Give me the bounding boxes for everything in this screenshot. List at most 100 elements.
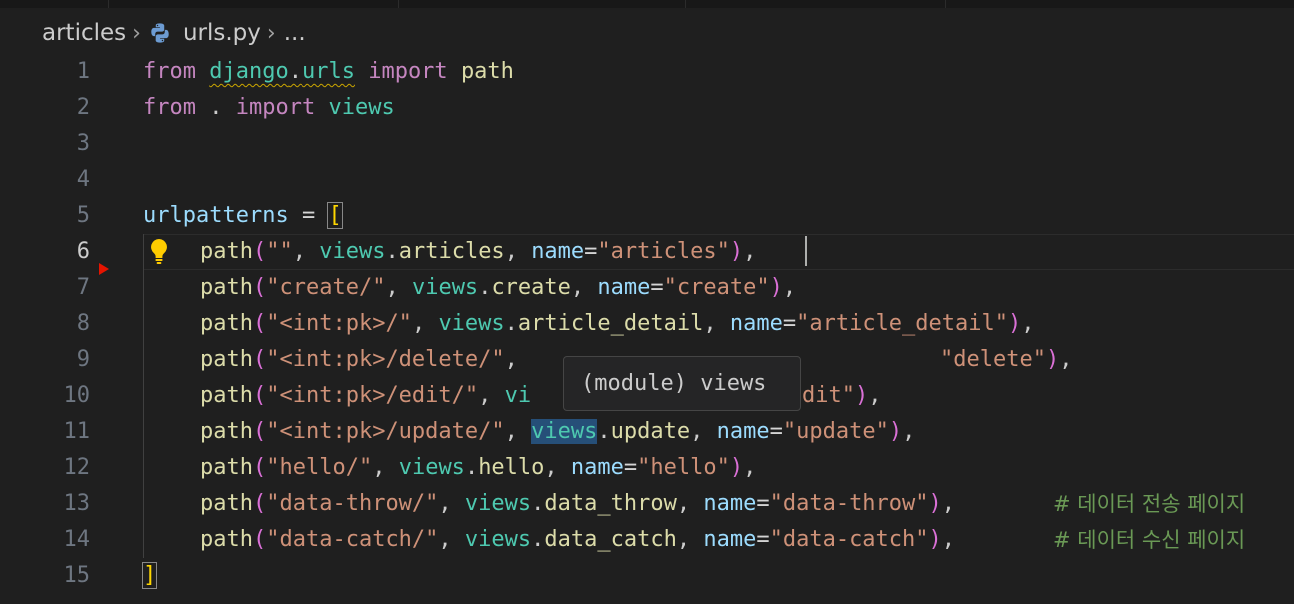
code-line-9-tail: "delete"), bbox=[940, 342, 1072, 378]
token: "" bbox=[266, 239, 293, 264]
code-line-12: path("hello/", views.hello, name="hello"… bbox=[200, 450, 756, 486]
token: views bbox=[464, 491, 532, 516]
token: from bbox=[143, 59, 196, 84]
token: "articles" bbox=[597, 239, 730, 264]
token: "data-throw/" bbox=[266, 491, 439, 516]
token: path bbox=[200, 275, 253, 300]
token: , bbox=[902, 419, 916, 444]
token: views bbox=[464, 527, 532, 552]
tab-divider bbox=[685, 0, 686, 8]
line-number: 9 bbox=[76, 347, 90, 372]
token: , bbox=[372, 455, 399, 480]
token: , bbox=[743, 455, 757, 480]
token: ) bbox=[769, 275, 783, 300]
token: = bbox=[623, 455, 638, 480]
token: "data-catch" bbox=[769, 527, 929, 552]
lightbulb-icon[interactable] bbox=[147, 237, 171, 265]
token: , bbox=[1059, 347, 1073, 372]
token: name bbox=[729, 311, 783, 336]
token: ) bbox=[854, 383, 869, 408]
code-line-9: path("<int:pk>/delete/", bbox=[200, 342, 531, 378]
token: = bbox=[756, 527, 770, 552]
token: = bbox=[782, 311, 797, 336]
token: ) bbox=[729, 455, 744, 480]
line-number: 15 bbox=[63, 563, 91, 588]
code-line-10-tail: dit"), bbox=[802, 378, 881, 414]
token: , bbox=[743, 239, 757, 264]
tab-divider bbox=[108, 0, 109, 8]
code-line-7: path("create/", views.create, name="crea… bbox=[200, 270, 796, 306]
line-number: 12 bbox=[63, 455, 91, 480]
hover-tooltip: (module) views bbox=[563, 356, 801, 411]
line-number: 11 bbox=[63, 419, 91, 444]
token: . bbox=[464, 455, 479, 480]
code-line-11: path("<int:pk>/update/", views.update, n… bbox=[200, 414, 915, 450]
line-number: 14 bbox=[63, 527, 91, 552]
token: path bbox=[200, 239, 253, 264]
token: , bbox=[478, 383, 505, 408]
token: , bbox=[504, 239, 532, 264]
token: ) bbox=[1045, 347, 1060, 372]
breadcrumb-folder[interactable]: articles bbox=[42, 20, 126, 46]
token: ( bbox=[252, 239, 267, 264]
token: . bbox=[209, 95, 223, 120]
token: = bbox=[756, 491, 770, 516]
token: , bbox=[411, 311, 439, 336]
token: ) bbox=[1008, 311, 1022, 336]
code-line-8: path("<int:pk>/", views.article_detail, … bbox=[200, 306, 1035, 342]
token: "delete" bbox=[940, 347, 1046, 372]
breadcrumb-more[interactable]: ... bbox=[284, 20, 306, 46]
token: . bbox=[531, 491, 545, 516]
token: django bbox=[209, 59, 289, 84]
token: data_catch bbox=[544, 527, 677, 552]
token: update bbox=[610, 419, 691, 444]
token: name bbox=[597, 275, 651, 300]
token: ( bbox=[252, 383, 267, 408]
token: "<int:pk>/update/" bbox=[266, 419, 505, 444]
token: path bbox=[200, 491, 253, 516]
indent-guide bbox=[143, 234, 144, 558]
code-line-1: from django.urls import path bbox=[143, 54, 514, 90]
token: = bbox=[584, 239, 598, 264]
token: ( bbox=[252, 275, 267, 300]
token: path bbox=[460, 59, 514, 84]
token: , bbox=[782, 275, 797, 300]
token: , bbox=[292, 239, 320, 264]
triangle-marker-icon[interactable] bbox=[99, 263, 109, 275]
token: , bbox=[1021, 311, 1035, 336]
token: vi bbox=[504, 383, 532, 408]
token: import bbox=[368, 59, 448, 84]
token: data_throw bbox=[544, 491, 677, 516]
token: article_detail bbox=[517, 311, 704, 336]
token: , bbox=[385, 275, 412, 300]
token: , bbox=[676, 491, 704, 516]
token: path bbox=[200, 383, 253, 408]
token: ( bbox=[252, 491, 267, 516]
token: , bbox=[690, 419, 717, 444]
token: , bbox=[504, 419, 532, 444]
token: create bbox=[491, 275, 571, 300]
token: ( bbox=[252, 311, 267, 336]
token: views bbox=[328, 95, 395, 120]
token: "<int:pk>/edit/" bbox=[266, 383, 479, 408]
token-hovered[interactable]: views bbox=[531, 419, 598, 444]
token: path bbox=[200, 527, 253, 552]
token: ) bbox=[928, 527, 942, 552]
token: , bbox=[703, 311, 730, 336]
token: hello bbox=[478, 455, 545, 480]
tab-divider bbox=[398, 0, 399, 8]
line-number: 8 bbox=[76, 311, 90, 336]
text-cursor bbox=[805, 236, 807, 266]
breadcrumb-file[interactable]: urls.py bbox=[183, 20, 261, 46]
token: , bbox=[941, 527, 956, 552]
token: . bbox=[385, 239, 399, 264]
code-line-6: path("", views.articles, name="articles"… bbox=[200, 234, 756, 270]
token: , bbox=[868, 383, 882, 408]
token: "data-throw" bbox=[769, 491, 929, 516]
token: name bbox=[703, 491, 757, 516]
token: , bbox=[544, 455, 571, 480]
token: "update" bbox=[782, 419, 889, 444]
token: name bbox=[703, 527, 757, 552]
token: "article_detail" bbox=[796, 311, 1009, 336]
token: , bbox=[570, 275, 598, 300]
